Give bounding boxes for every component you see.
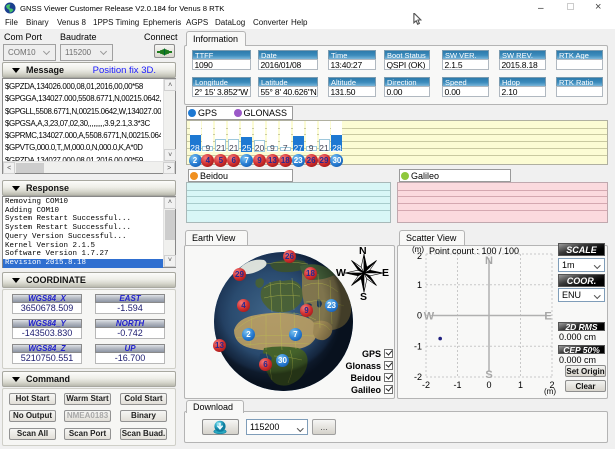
svg-text:0: 0 xyxy=(417,311,422,321)
svg-text:-2: -2 xyxy=(422,380,430,390)
svg-text:W: W xyxy=(424,311,435,323)
svg-text:Point count : 100 / 100: Point count : 100 / 100 xyxy=(429,246,519,256)
svg-text:0: 0 xyxy=(486,380,491,390)
svg-text:(m): (m) xyxy=(544,387,556,396)
svg-text:N: N xyxy=(485,255,493,267)
svg-text:-1: -1 xyxy=(453,380,461,390)
svg-text:1: 1 xyxy=(518,380,523,390)
svg-text:(m): (m) xyxy=(412,246,424,254)
svg-text:E: E xyxy=(544,311,551,323)
svg-text:-2: -2 xyxy=(414,372,422,382)
svg-text:-1: -1 xyxy=(414,341,422,351)
svg-text:1: 1 xyxy=(417,280,422,290)
